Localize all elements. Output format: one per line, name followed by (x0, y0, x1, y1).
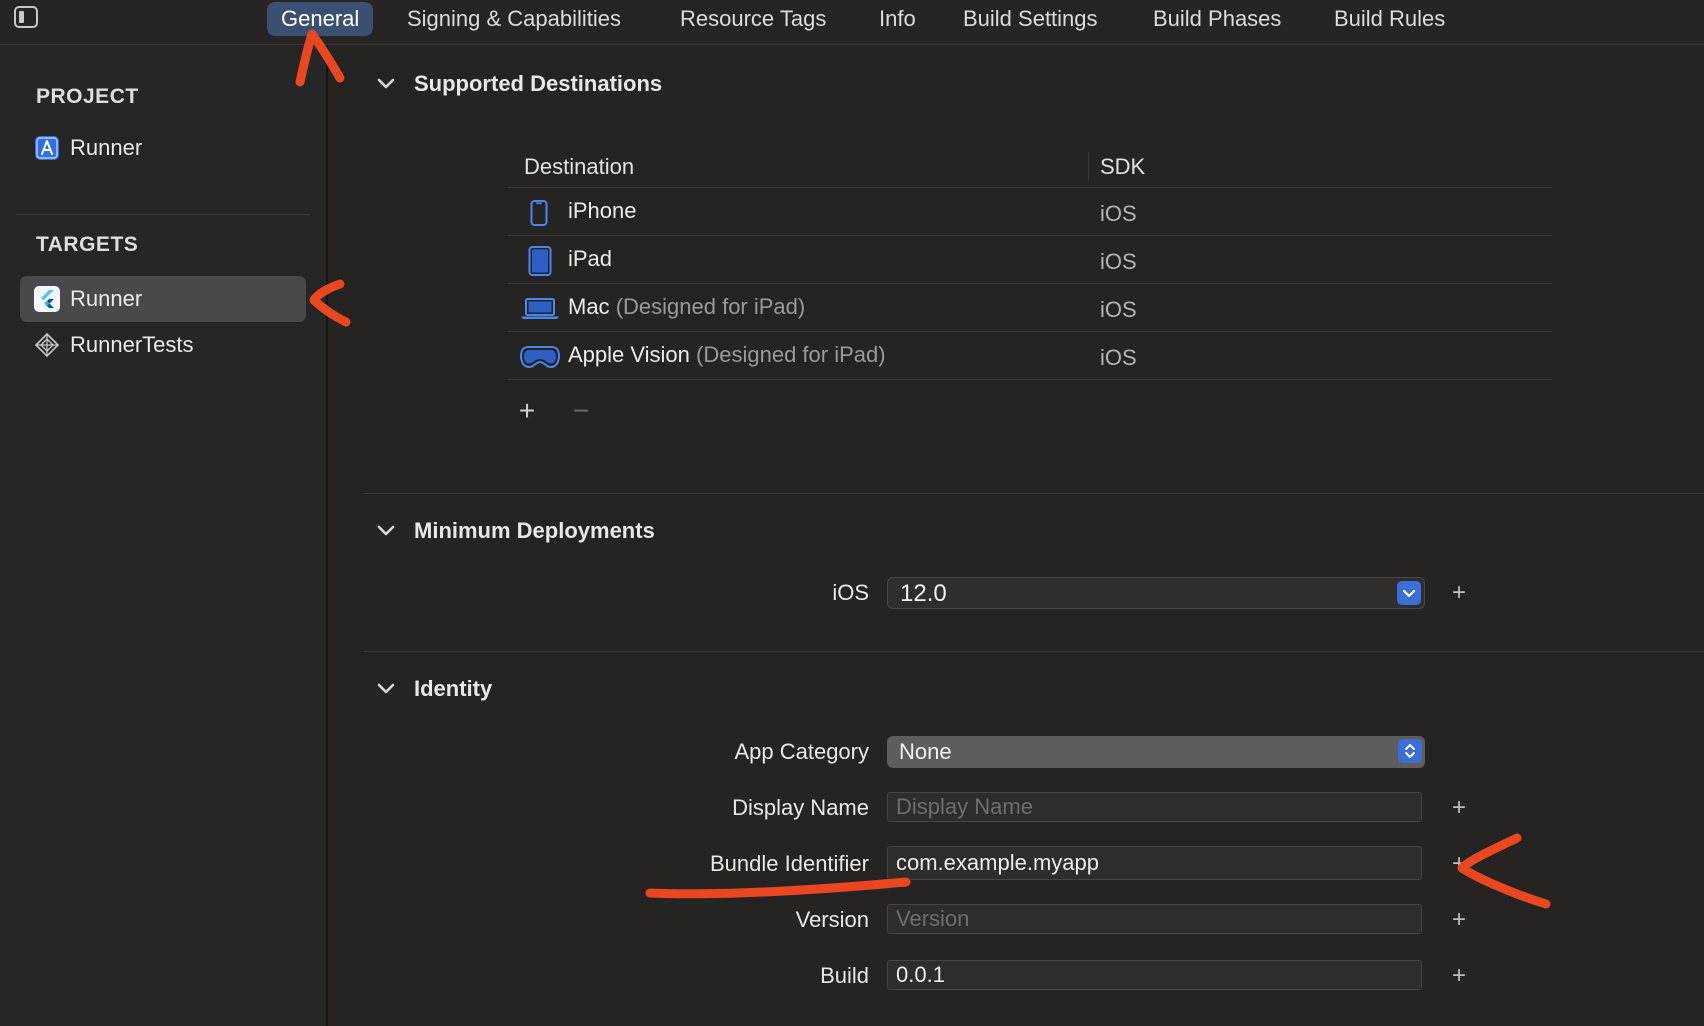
up-down-chevron-icon (1398, 739, 1422, 763)
app-category-label: App Category (734, 739, 869, 764)
destination-sdk: iOS (1100, 345, 1137, 370)
build-label: Build (820, 963, 869, 988)
tab-general[interactable]: General (267, 2, 374, 36)
destination-name: Mac (Designed for iPad) (568, 294, 805, 320)
build-field[interactable]: 0.0.1 (887, 960, 1422, 990)
ios-deployment-label: iOS (832, 580, 869, 605)
add-bundle-identifier-button[interactable]: + (1447, 850, 1471, 878)
app-category-value: None (899, 739, 952, 764)
tab-info[interactable]: Info (865, 2, 930, 36)
display-name-field[interactable]: Display Name (887, 792, 1422, 822)
column-header-destination[interactable]: Destination (524, 154, 634, 180)
sidebar-item-target-runner[interactable]: Runner (20, 276, 306, 322)
add-deployment-button[interactable]: + (1447, 579, 1471, 607)
add-version-button[interactable]: + (1447, 906, 1471, 934)
section-divider (364, 651, 1704, 652)
tab-resource-tags[interactable]: Resource Tags (666, 2, 840, 36)
table-row[interactable]: iPhone (508, 188, 1552, 235)
version-field[interactable]: Version (887, 904, 1422, 934)
section-title-minimum-deployments: Minimum Deployments (414, 518, 655, 543)
project-navigator-sidebar: PROJECT Runner TARGETS Runner RunnerTest… (0, 45, 328, 1026)
display-name-label: Display Name (732, 795, 869, 820)
mac-icon (521, 298, 559, 319)
section-title-identity: Identity (414, 676, 493, 701)
targets-heading: TARGETS (36, 233, 139, 256)
add-destination-button[interactable]: + (515, 395, 539, 427)
project-heading: PROJECT (36, 85, 139, 108)
chevron-down-icon (1397, 581, 1421, 605)
tab-build-rules[interactable]: Build Rules (1320, 2, 1459, 36)
vision-pro-icon (520, 346, 560, 369)
tab-build-phases[interactable]: Build Phases (1139, 2, 1295, 36)
row-divider (508, 379, 1552, 380)
chevron-down-icon[interactable] (375, 73, 397, 95)
flutter-app-icon (34, 286, 60, 312)
add-display-name-button[interactable]: + (1447, 794, 1471, 822)
sidebar-divider (16, 214, 310, 215)
ios-deployment-version: 12.0 (900, 580, 947, 607)
sidebar-item-label: Runner (70, 135, 143, 160)
iphone-icon (530, 200, 548, 226)
destination-sdk: iOS (1100, 297, 1137, 322)
ipad-icon (528, 246, 552, 276)
table-row[interactable]: Apple Vision (Designed for iPad) (508, 332, 1552, 379)
version-label: Version (795, 907, 869, 932)
destination-name: Apple Vision (Designed for iPad) (568, 342, 886, 368)
annotation-arrow-bundle-id (1457, 833, 1551, 909)
sidebar-item-target-runnertests[interactable]: RunnerTests (20, 322, 306, 368)
tab-signing-capabilities[interactable]: Signing & Capabilities (393, 2, 635, 36)
column-header-sdk[interactable]: SDK (1100, 154, 1145, 180)
destination-name: iPhone (568, 198, 637, 223)
add-build-button[interactable]: + (1447, 962, 1471, 990)
table-row[interactable]: Mac (Designed for iPad) (508, 284, 1552, 331)
destination-name-detail: (Designed for iPad) (696, 342, 886, 367)
section-title-supported-destinations: Supported Destinations (414, 71, 663, 96)
annotation-underline-bundle-id (645, 877, 911, 899)
section-divider (364, 493, 1704, 494)
destination-name: iPad (568, 246, 613, 271)
chevron-down-icon[interactable] (375, 678, 397, 700)
destination-name-main: Mac (568, 294, 610, 319)
remove-destination-button[interactable]: − (569, 395, 593, 427)
destination-name-detail: (Designed for iPad) (615, 294, 806, 319)
ios-deployment-target-popup[interactable]: 12.0 (887, 577, 1425, 609)
bundle-identifier-field[interactable]: com.example.myapp (887, 846, 1422, 880)
tab-bar: General Signing & Capabilities Resource … (0, 0, 1704, 45)
sidebar-item-project-runner[interactable]: Runner (20, 125, 306, 171)
bundle-identifier-label: Bundle Identifier (710, 851, 869, 876)
test-bundle-icon (34, 332, 60, 358)
xcode-project-icon (35, 136, 59, 160)
sidebar-item-label: RunnerTests (70, 332, 194, 357)
table-row[interactable]: iPad (508, 236, 1552, 283)
destination-sdk: iOS (1100, 249, 1137, 274)
app-category-popup[interactable]: None (887, 736, 1425, 768)
destination-name-main: Apple Vision (568, 342, 690, 367)
chevron-down-icon[interactable] (375, 520, 397, 542)
sidebar-item-label: Runner (70, 286, 143, 311)
column-separator (1088, 152, 1089, 180)
tab-build-settings[interactable]: Build Settings (949, 2, 1112, 36)
sidebar-toggle-icon[interactable] (14, 6, 38, 28)
destination-sdk: iOS (1100, 201, 1137, 226)
